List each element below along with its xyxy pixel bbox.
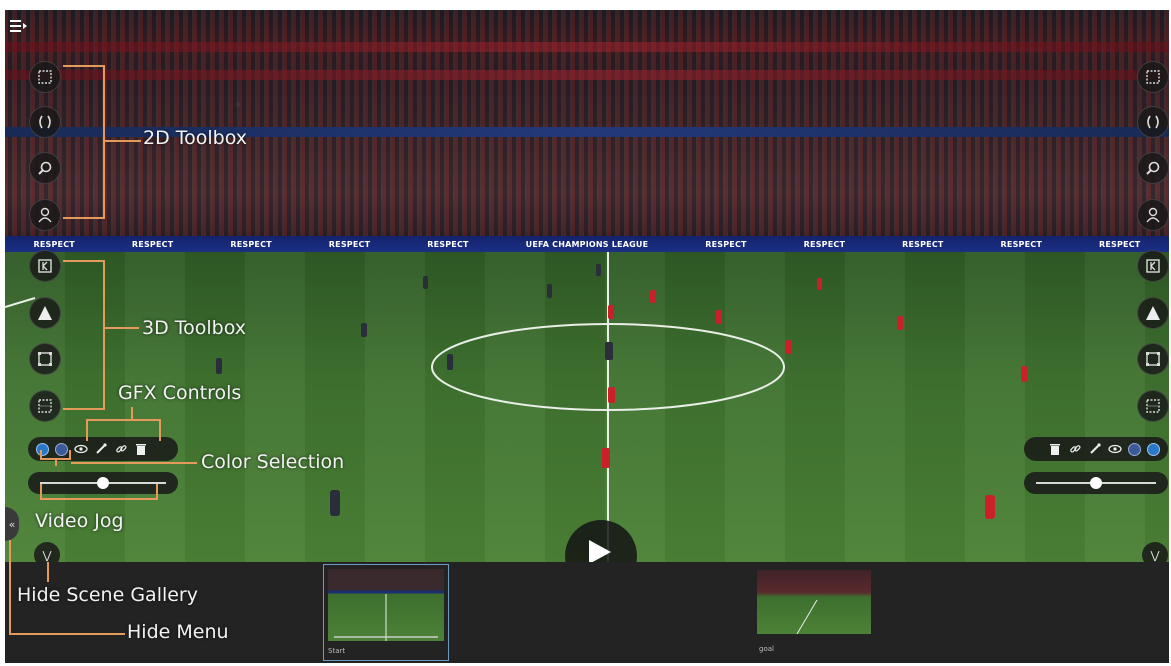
annotation-line — [55, 458, 57, 466]
link-icon[interactable] — [1068, 442, 1082, 456]
pitch-markings — [5, 252, 1027, 562]
scene-thumbnail-image — [328, 569, 444, 641]
annotation-line — [71, 462, 197, 464]
hide-scene-gallery-button[interactable]: ⋁ — [34, 542, 60, 562]
ad-text: RESPECT — [1000, 239, 1042, 249]
color-swatch-secondary[interactable] — [55, 442, 68, 456]
annotation-line — [103, 140, 141, 142]
rectangle-select-icon[interactable] — [29, 61, 61, 93]
cone-icon[interactable] — [29, 297, 61, 329]
annotation-line — [159, 419, 161, 441]
gfx-controls-bar-right — [1024, 437, 1168, 461]
annotation-3d-toolbox: 3D Toolbox — [142, 317, 247, 339]
scene-caption: Start — [328, 647, 346, 655]
players-dark — [216, 264, 613, 516]
toolbox-2d-bracket — [63, 65, 105, 219]
trash-icon[interactable] — [134, 442, 148, 456]
frame-icon[interactable] — [1137, 343, 1169, 375]
annotation-line — [131, 407, 133, 420]
players-red — [602, 278, 1027, 519]
scene-thumbnail-image — [757, 570, 871, 634]
play-icon — [589, 540, 611, 564]
annotation-hide-menu: Hide Menu — [127, 621, 229, 643]
scene-thumbnail-goal[interactable]: goal — [757, 570, 871, 660]
color-swatch-primary[interactable] — [1147, 442, 1160, 456]
bracket-icon[interactable] — [1137, 106, 1169, 138]
annotation-line — [9, 540, 11, 634]
double-chevron-left-icon: « — [8, 517, 16, 531]
ad-text: RESPECT — [131, 239, 174, 249]
eye-icon[interactable] — [1108, 442, 1122, 456]
link-icon[interactable] — [114, 442, 128, 456]
eyedropper-icon[interactable] — [1088, 442, 1102, 456]
app-window: RESPECT RESPECT RESPECT RESPECT RESPECT … — [5, 10, 1169, 663]
scene-thumbnail-start[interactable]: Start — [323, 564, 449, 661]
annotation-hide-scene-gallery: Hide Scene Gallery — [17, 584, 198, 606]
scene-gallery: Start goal Hide Scene Gallery Hide Menu — [5, 540, 1169, 663]
annotation-gfx-controls: GFX Controls — [118, 382, 242, 404]
bracket-icon[interactable] — [29, 106, 61, 138]
annotation-line — [86, 419, 161, 421]
ad-text: RESPECT — [705, 239, 747, 249]
keyframe-icon[interactable] — [1137, 250, 1169, 282]
trash-icon[interactable] — [1048, 442, 1062, 456]
ad-text: RESPECT — [33, 239, 75, 249]
color-swatch-secondary[interactable] — [1128, 442, 1141, 456]
magnifier-icon[interactable] — [29, 152, 61, 184]
eye-icon[interactable] — [74, 442, 88, 456]
ad-center-text: UEFA CHAMPIONS LEAGUE — [525, 239, 649, 249]
ad-text: RESPECT — [803, 239, 846, 249]
football-pitch — [5, 252, 1169, 562]
grid-frame-icon[interactable] — [29, 390, 61, 422]
slider-thumb[interactable] — [1090, 477, 1102, 489]
annotation-color-selection: Color Selection — [201, 451, 345, 473]
frame-icon[interactable] — [29, 343, 61, 375]
annotation-line — [156, 484, 158, 500]
ad-text: RESPECT — [902, 239, 944, 249]
ad-text: RESPECT — [427, 239, 469, 249]
stand-band — [5, 70, 1169, 80]
color-swatch-primary[interactable] — [36, 442, 49, 456]
rectangle-select-icon[interactable] — [1137, 61, 1169, 93]
stand-band — [5, 42, 1169, 52]
ad-text: RESPECT — [328, 239, 371, 249]
annotation-line — [9, 633, 125, 635]
video-viewport[interactable]: RESPECT RESPECT RESPECT RESPECT RESPECT … — [5, 10, 1169, 562]
keyframe-icon[interactable] — [29, 250, 61, 282]
chevron-down-icon: ⋁ — [42, 548, 52, 562]
person-select-icon[interactable] — [1137, 199, 1169, 231]
advertising-boards: RESPECT RESPECT RESPECT RESPECT RESPECT … — [5, 236, 1169, 252]
eyedropper-icon[interactable] — [94, 442, 108, 456]
menu-hamburger-icon[interactable] — [10, 17, 28, 36]
toolbox-3d-bracket — [63, 260, 105, 410]
annotation-2d-toolbox: 2D Toolbox — [143, 127, 248, 149]
annotation-line — [47, 562, 49, 582]
cone-icon[interactable] — [1137, 297, 1169, 329]
annotation-line — [103, 327, 139, 329]
magnifier-icon[interactable] — [1137, 152, 1169, 184]
ad-text: RESPECT — [1098, 239, 1141, 249]
ad-text: RESPECT — [230, 239, 272, 249]
annotation-video-jog: Video Jog — [35, 510, 124, 532]
chevron-down-icon: ⋁ — [1150, 548, 1160, 562]
annotation-line — [69, 450, 71, 460]
hide-scene-gallery-button-right[interactable]: ⋁ — [1142, 542, 1168, 562]
slider-thumb[interactable] — [97, 477, 109, 489]
scene-caption: goal — [759, 645, 774, 653]
annotation-line — [40, 498, 158, 500]
person-select-icon[interactable] — [29, 199, 61, 231]
grid-frame-icon[interactable] — [1137, 390, 1169, 422]
annotation-line — [86, 419, 88, 441]
video-jog-slider-right[interactable] — [1024, 472, 1168, 494]
